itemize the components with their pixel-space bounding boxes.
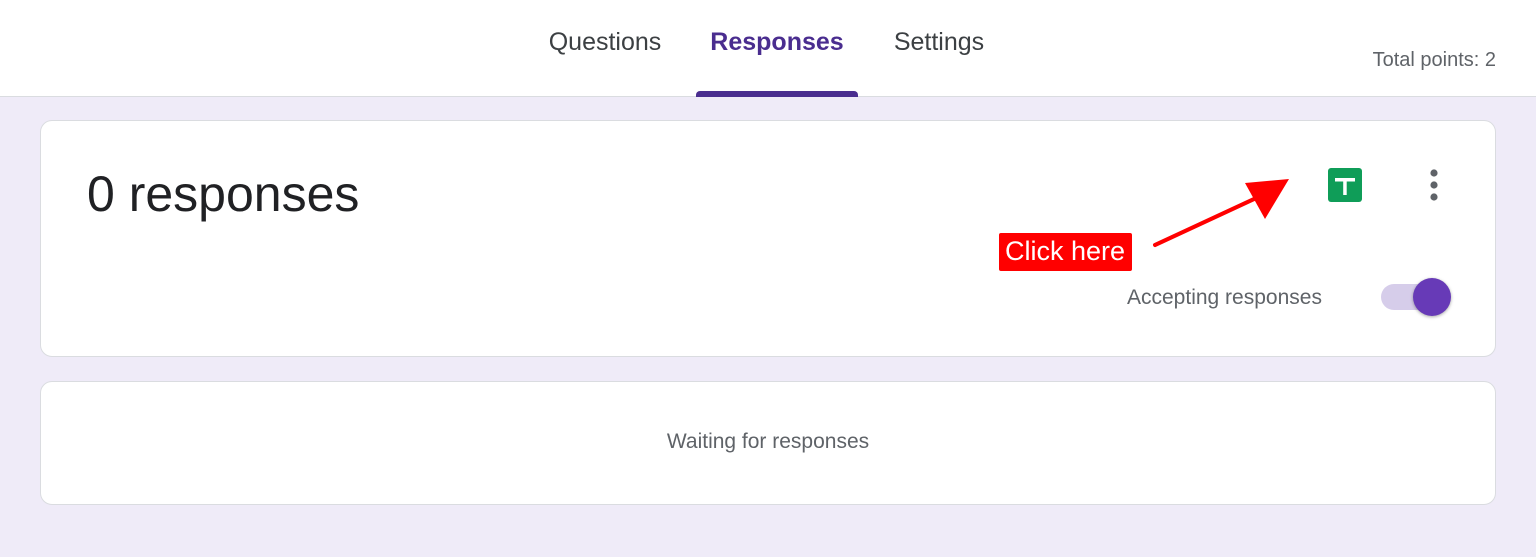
tab-responses[interactable]: Responses	[690, 0, 864, 97]
toggle-thumb	[1413, 278, 1451, 316]
waiting-message: Waiting for responses	[666, 430, 870, 453]
google-sheets-icon	[1328, 168, 1362, 202]
click-here-annotation: Click here	[999, 233, 1133, 271]
accepting-responses-toggle[interactable]	[1381, 278, 1451, 316]
tab-responses-label: Responses	[710, 28, 844, 56]
form-tabs: Questions Responses Settings	[520, 0, 1014, 97]
link-to-sheets-button[interactable]	[1318, 158, 1372, 212]
accepting-responses-label: Accepting responses	[1127, 286, 1322, 309]
more-vert-icon	[1430, 169, 1438, 201]
waiting-card: Waiting for responses	[40, 381, 1496, 505]
top-bar: Questions Responses Settings Total point…	[0, 0, 1536, 97]
response-count: 0 responses	[87, 166, 360, 222]
tab-settings-label: Settings	[893, 28, 985, 56]
active-tab-indicator	[696, 91, 858, 97]
responses-summary-card: 0 responses Click here Accepting respons…	[40, 120, 1496, 357]
annotation-arrow	[1153, 179, 1289, 247]
tab-settings[interactable]: Settings	[864, 0, 1014, 97]
tab-questions[interactable]: Questions	[520, 0, 690, 97]
total-points: Total points: 2	[1372, 49, 1496, 71]
more-options-button[interactable]	[1407, 158, 1461, 212]
tab-questions-label: Questions	[548, 28, 662, 56]
